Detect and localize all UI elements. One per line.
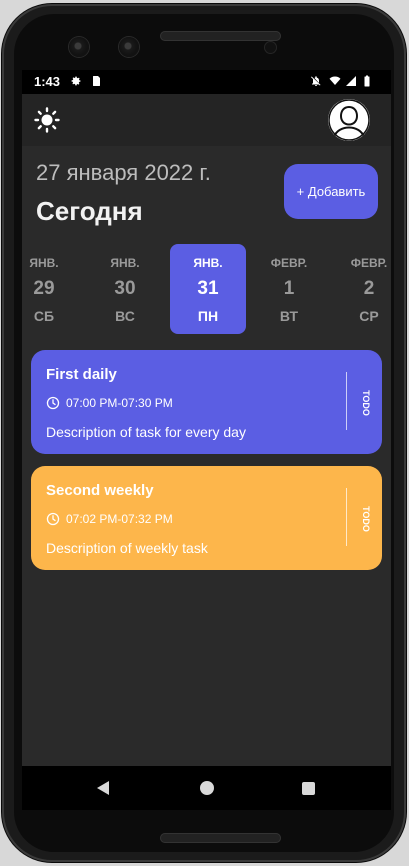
date-weekday: ПН xyxy=(197,308,219,324)
task-title: Second weekly xyxy=(46,482,154,499)
system-nav-bar xyxy=(22,766,391,810)
app-bar xyxy=(22,94,391,146)
signal-icon xyxy=(346,76,356,86)
date-item[interactable]: ЯНВ. 29 СБ xyxy=(22,244,82,334)
battery-icon xyxy=(364,75,370,87)
status-time: 1:43 xyxy=(34,74,61,89)
page-title: Сегодня xyxy=(36,196,143,226)
task-time-text: 07:00 PM-07:30 PM xyxy=(66,396,173,410)
task-card[interactable]: First daily 07:00 PM-07:30 PM Descriptio… xyxy=(31,350,382,454)
current-date: 27 января 2022 г. xyxy=(36,160,211,185)
sun-icon[interactable] xyxy=(34,107,60,133)
date-weekday: ВС xyxy=(115,308,135,324)
front-camera-secondary xyxy=(119,37,139,57)
clock-icon xyxy=(46,396,60,410)
date-day: 1 xyxy=(283,278,295,299)
task-status: TODO xyxy=(361,506,371,532)
task-divider xyxy=(346,372,347,430)
front-camera xyxy=(69,37,89,57)
date-month: ЯНВ. xyxy=(29,256,59,270)
date-item[interactable]: ЯНВ. 30 ВС xyxy=(87,244,163,334)
proximity-sensor xyxy=(265,42,276,53)
bottom-speaker xyxy=(160,833,281,843)
task-status: TODO xyxy=(361,390,371,416)
clock-icon xyxy=(46,512,60,526)
task-title: First daily xyxy=(46,366,117,383)
date-month: ЯНВ. xyxy=(110,256,140,270)
app-screen: 1:43 27 января 2022 г. Сегодня + Добавит… xyxy=(22,70,391,810)
date-item[interactable]: ФЕВР. 1 ВТ xyxy=(251,244,327,334)
sd-card-icon xyxy=(93,76,100,86)
date-day: 29 xyxy=(33,278,55,299)
date-month: ФЕВР. xyxy=(270,256,308,270)
date-item-selected[interactable]: ЯНВ. 31 ПН xyxy=(170,244,246,334)
gear-icon xyxy=(71,76,81,86)
task-card[interactable]: Second weekly 07:02 PM-07:32 PM Descript… xyxy=(31,466,382,570)
date-item[interactable]: ФЕВР. 2 СР xyxy=(331,244,391,334)
date-picker-strip: ЯНВ. 29 СБ ЯНВ. 30 ВС ЯНВ. 31 ПН ФЕВР. 1… xyxy=(22,244,391,334)
task-time: 07:02 PM-07:32 PM xyxy=(46,512,173,526)
task-divider xyxy=(346,488,347,546)
date-day: 2 xyxy=(363,278,375,299)
status-bar: 1:43 xyxy=(22,70,391,94)
person-avatar-icon xyxy=(328,99,370,141)
top-speaker xyxy=(160,31,281,41)
home-circle-icon[interactable] xyxy=(200,781,214,795)
wifi-icon xyxy=(329,76,341,85)
date-weekday: СБ xyxy=(33,308,55,324)
add-task-button[interactable]: + Добавить xyxy=(284,164,378,219)
task-time: 07:00 PM-07:30 PM xyxy=(46,396,173,410)
date-day: 30 xyxy=(114,278,136,299)
task-description: Description of task for every day xyxy=(46,424,246,440)
profile-avatar[interactable] xyxy=(328,99,370,141)
date-weekday: СР xyxy=(359,308,379,324)
date-month: ФЕВР. xyxy=(350,256,388,270)
notifications-off-icon xyxy=(311,76,321,86)
back-triangle-icon[interactable] xyxy=(97,781,109,795)
date-day: 31 xyxy=(197,278,219,299)
date-month: ЯНВ. xyxy=(193,256,223,270)
task-description: Description of weekly task xyxy=(46,540,208,556)
recent-apps-square-icon[interactable] xyxy=(302,782,315,795)
task-time-text: 07:02 PM-07:32 PM xyxy=(66,512,173,526)
date-weekday: ВТ xyxy=(279,308,299,324)
